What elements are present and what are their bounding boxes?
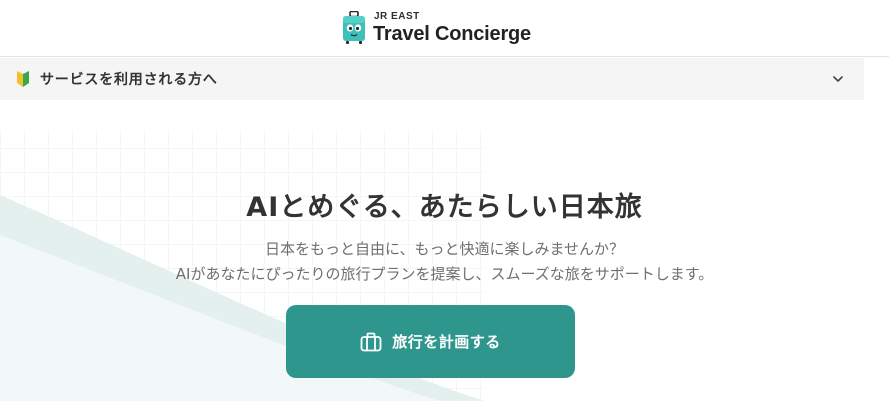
plan-trip-button[interactable]: 旅行を計画する <box>286 305 575 378</box>
plan-trip-label: 旅行を計画する <box>392 333 501 351</box>
hero-description-line-2: AIがあなたにぴったりの旅行プランを提案し、スムーズな旅をサポートします。 <box>175 265 714 283</box>
suitcase-mascot-icon <box>343 11 365 44</box>
hero-title: AIとめぐる、あたらしい日本旅 <box>246 192 643 223</box>
notice-label: サービスを利用される方へ <box>40 72 218 88</box>
site-header: JR EAST Travel Concierge <box>0 0 889 57</box>
logo[interactable]: JR EAST Travel Concierge <box>342 11 531 45</box>
logo-title: Travel Concierge <box>373 23 531 45</box>
hero-description: 日本をもっと自由に、もっと快適に楽しみませんか？ AIがあなたにぴったりの旅行プ… <box>0 237 889 287</box>
beginner-mark-icon <box>17 71 29 87</box>
suitcase-icon <box>360 332 382 351</box>
hero-description-line-1: 日本をもっと自由に、もっと快適に楽しみませんか？ <box>264 240 625 258</box>
logo-subtitle: JR EAST <box>374 11 420 22</box>
service-notice-toggle[interactable]: サービスを利用される方へ <box>0 58 864 100</box>
hero-section: AIとめぐる、あたらしい日本旅 日本をもっと自由に、もっと快適に楽しみませんか？… <box>0 100 889 401</box>
chevron-down-icon[interactable] <box>832 73 844 85</box>
